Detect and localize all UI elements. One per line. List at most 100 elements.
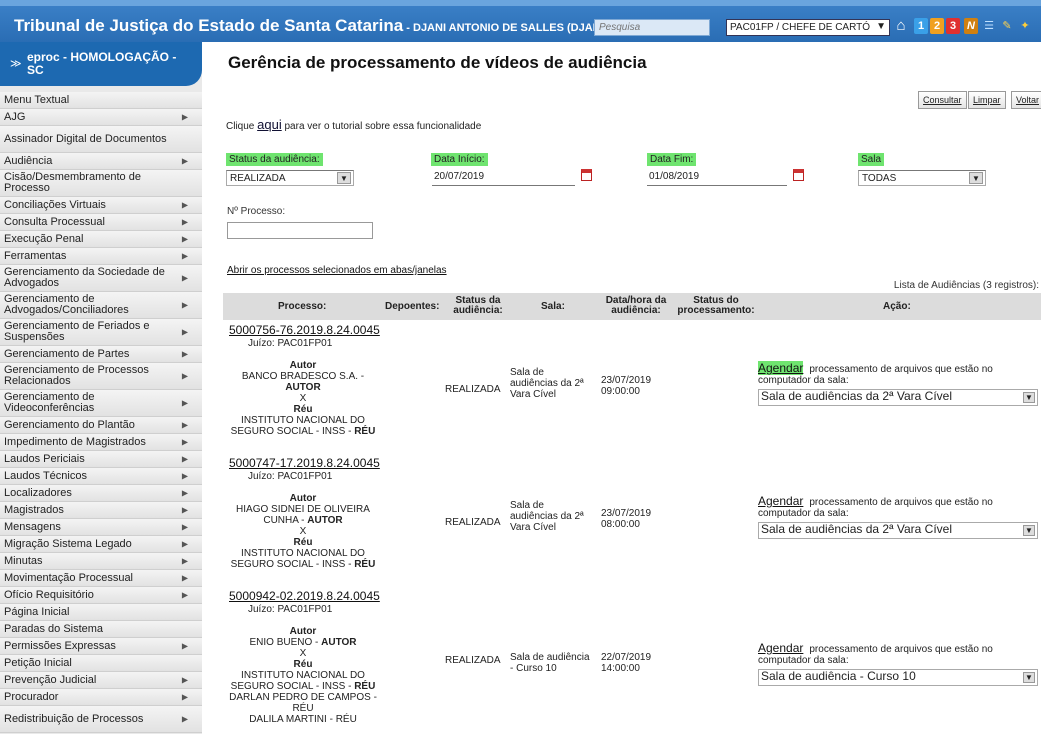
reu-role: RÉU (354, 681, 376, 692)
process-link[interactable]: 5000756-76.2019.8.24.0045 (229, 323, 380, 337)
sidebar-item[interactable]: Consulta Processual ▶ (0, 214, 202, 231)
chevron-right-icon: ▶ (181, 217, 188, 227)
badge-1[interactable]: 1 (914, 18, 928, 34)
date: 23/07/2019 (601, 508, 652, 519)
autor-role: AUTOR (285, 382, 321, 393)
reu-line: DARLAN PEDRO DE CAMPOS - RÉU (229, 692, 377, 714)
juizo: Juízo: PAC01FP01 (248, 604, 333, 615)
sidebar-item[interactable]: Menu Textual (0, 92, 202, 109)
search-input[interactable] (594, 19, 710, 36)
sidebar-item[interactable]: Laudos Técnicos ▶ (0, 468, 202, 485)
col-processo: Processo: (278, 301, 327, 312)
sidebar-item[interactable]: Procurador ▶ (0, 689, 202, 706)
sidebar-item[interactable]: Localizadores ▶ (0, 485, 202, 502)
status-cell: REALIZADA (445, 655, 501, 666)
room-select[interactable]: Sala de audiência - Curso 10 ▼ (758, 669, 1038, 686)
chevron-right-icon: ▶ (181, 437, 188, 447)
voltar-button[interactable]: Voltar (1011, 91, 1041, 109)
reu-label: Réu (293, 659, 313, 670)
sidebar-item[interactable]: Gerenciamento do Plantão ▶ (0, 417, 202, 434)
sidebar-item[interactable]: Gerenciamento de Processos Relacionados ▶ (0, 363, 202, 390)
sidebar-item[interactable]: Cisão/Desmembramento de Processo (0, 170, 202, 197)
chevron-right-icon: ▶ (181, 200, 188, 210)
end-date-input[interactable]: 01/08/2019 (647, 171, 787, 186)
sidebar-item[interactable]: Mensagens ▶ (0, 519, 202, 536)
sidebar-item[interactable]: Audiência ▶ (0, 153, 202, 170)
chevron-right-icon: ▶ (181, 539, 188, 549)
star-icon[interactable]: ✦ (1018, 18, 1032, 34)
sidebar-item-label: Ofício Requisitório (4, 588, 94, 601)
status-filter-select[interactable]: REALIZADA ▼ (226, 170, 354, 186)
room-value: Sala de audiências da 2ª Vara Cível (761, 522, 953, 536)
sidebar-item[interactable]: Impedimento de Magistrados ▶ (0, 434, 202, 451)
sidebar-item[interactable]: Prevenção Judicial ▶ (0, 672, 202, 689)
badge-2[interactable]: 2 (930, 18, 944, 34)
badge-3[interactable]: 3 (946, 18, 960, 34)
profile-select[interactable]: PAC01FP / CHEFE DE CARTÓ ▼ (726, 19, 890, 36)
tutorial-pre: Clique (226, 121, 258, 132)
sidebar-item-label: Migração Sistema Legado (4, 537, 132, 550)
sidebar-item[interactable]: Página Inicial (0, 604, 202, 621)
room-filter-label: Sala (858, 153, 885, 166)
col-status: Status da audiência: (453, 295, 503, 316)
sidebar-item[interactable]: Movimentação Processual ▶ (0, 570, 202, 587)
agendar-link[interactable]: Agendar (758, 494, 803, 508)
start-date-input[interactable]: 20/07/2019 (432, 171, 575, 186)
sidebar-item[interactable]: Ofício Requisitório ▶ (0, 587, 202, 604)
sidebar-item[interactable]: Gerenciamento de Videoconferências ▶ (0, 390, 202, 417)
date: 22/07/2019 (601, 652, 652, 663)
sidebar-item[interactable]: Permissões Expressas ▶ (0, 638, 202, 655)
sidebar-item[interactable]: Laudos Periciais ▶ (0, 451, 202, 468)
notes-icon[interactable]: N (964, 18, 978, 34)
sidebar-item[interactable]: Paradas do Sistema (0, 621, 202, 638)
sidebar-item[interactable]: Redistribuição de Processos ▶ (0, 706, 202, 733)
limpar-button[interactable]: Limpar (968, 91, 1006, 109)
process-number-input[interactable] (227, 222, 373, 239)
sidebar-item[interactable]: Ferramentas ▶ (0, 248, 202, 265)
collapse-icon[interactable]: ≫ (10, 57, 22, 70)
process-link[interactable]: 5000942-02.2019.8.24.0045 (229, 589, 380, 603)
table-header: Processo: Depoentes: Status da audiência… (223, 293, 1041, 320)
home-icon[interactable]: ⌂ (894, 18, 908, 34)
list-icon[interactable]: ☰ (982, 18, 996, 34)
sidebar-item[interactable]: AJG ▶ (0, 109, 202, 126)
sidebar-item[interactable]: Execução Penal ▶ (0, 231, 202, 248)
sidebar-title: eproc - HOMOLOGAÇÃO - SC (27, 50, 177, 77)
sidebar-item-label: Impedimento de Magistrados (4, 435, 146, 448)
sidebar-item[interactable]: Magistrados ▶ (0, 502, 202, 519)
sidebar-item[interactable]: Gerenciamento da Sociedade de Advogados ▶ (0, 265, 202, 292)
reu-line: SEGURO SOCIAL - INSS - (230, 681, 355, 692)
sidebar-item-label: Prevenção Judicial (4, 673, 97, 686)
sidebar-item[interactable]: Minutas ▶ (0, 553, 202, 570)
agendar-link[interactable]: Agendar (758, 641, 803, 655)
sidebar-item[interactable]: Gerenciamento de Partes ▶ (0, 346, 202, 363)
top-bar: Tribunal de Justiça do Estado de Santa C… (0, 0, 1041, 42)
sidebar-item[interactable]: Gerenciamento de Advogados/Conciliadores… (0, 292, 202, 319)
sidebar-item-label: Gerenciamento do Plantão (4, 418, 135, 431)
sidebar-item[interactable]: Gerenciamento de Feriados e Suspensões ▶ (0, 319, 202, 346)
open-selected-link[interactable]: Abrir os processos selecionados em abas/… (227, 265, 447, 276)
chevron-right-icon: ▶ (181, 573, 188, 583)
consultar-button[interactable]: Consultar (918, 91, 967, 109)
sidebar-item[interactable]: Assinador Digital de Documentos (0, 126, 202, 153)
room-value: Sala de audiências da 2ª Vara Cível (761, 389, 953, 403)
room-select[interactable]: Sala de audiências da 2ª Vara Cível ▼ (758, 389, 1038, 406)
process-link[interactable]: 5000747-17.2019.8.24.0045 (229, 456, 380, 470)
wrench-icon[interactable]: ✎ (1000, 18, 1014, 34)
chevron-right-icon: ▶ (181, 156, 188, 166)
sidebar-item[interactable]: Petição Inicial (0, 655, 202, 672)
agendar-link[interactable]: Agendar (758, 361, 804, 375)
room-select[interactable]: Sala de audiências da 2ª Vara Cível ▼ (758, 522, 1038, 539)
tutorial-link[interactable]: aqui (257, 117, 282, 132)
status-cell: REALIZADA (445, 517, 501, 528)
autor-name: BANCO BRADESCO S.A. - (241, 371, 365, 382)
chevron-right-icon: ▶ (181, 420, 188, 430)
sidebar-item[interactable]: Conciliações Virtuais ▶ (0, 197, 202, 214)
calendar-icon[interactable] (793, 169, 804, 181)
status-filter-value: REALIZADA (230, 173, 286, 184)
sidebar-item[interactable]: Migração Sistema Legado ▶ (0, 536, 202, 553)
chevron-right-icon: ▶ (181, 675, 188, 685)
juizo: Juízo: PAC01FP01 (248, 338, 333, 349)
room-filter-select[interactable]: TODAS ▼ (858, 170, 986, 186)
calendar-icon[interactable] (581, 169, 592, 181)
